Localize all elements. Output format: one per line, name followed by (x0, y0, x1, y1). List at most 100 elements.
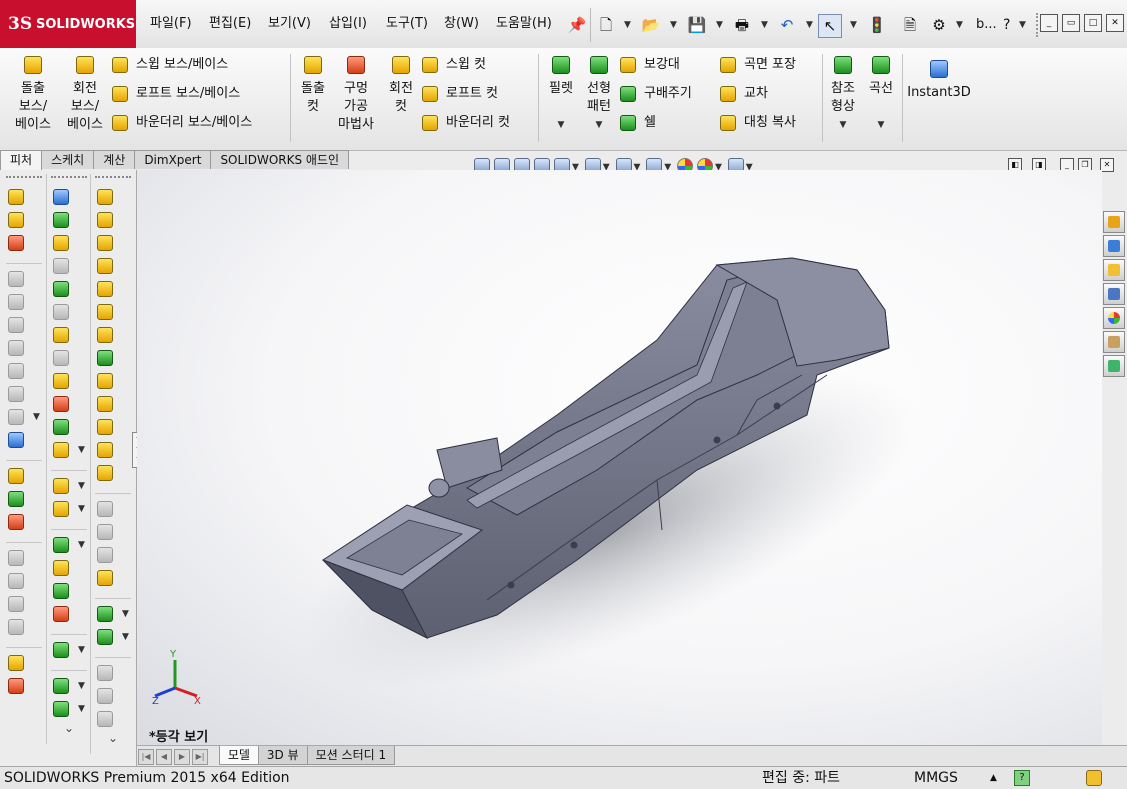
tool-button[interactable] (2, 186, 46, 209)
undo-icon[interactable]: ↶ (776, 14, 798, 36)
open-dropdown-arrow[interactable]: ▼ (670, 14, 677, 36)
file-properties-icon[interactable]: 🗎 (899, 14, 921, 36)
menu-help[interactable]: 도움말(H) (492, 14, 556, 34)
tool-button[interactable] (47, 580, 91, 603)
reference-geometry-button[interactable]: 참조 형상 ▼ (826, 56, 860, 134)
tool-button[interactable] (91, 393, 135, 416)
tool-button[interactable] (47, 278, 91, 301)
graphics-area[interactable]: Z Y X *등각 보기 (137, 170, 1102, 745)
tool-dropdown-arrow[interactable]: ▼ (78, 540, 85, 550)
units-text[interactable]: MMGS (914, 767, 958, 789)
tool-dropdown-arrow[interactable]: ▼ (78, 704, 85, 714)
help-dropdown-arrow[interactable]: ▼ (1019, 14, 1026, 36)
tool-button[interactable] (47, 232, 91, 255)
tool-button[interactable] (47, 416, 91, 439)
restore-icon[interactable]: ▭ (1062, 14, 1080, 32)
pin-icon[interactable]: 📌 (566, 14, 588, 36)
tool-button[interactable] (47, 603, 91, 626)
tool-button[interactable] (91, 567, 135, 590)
tool-button[interactable] (47, 557, 91, 580)
menu-insert[interactable]: 삽입(I) (325, 14, 371, 34)
toolbar-expand-chevron-icon[interactable]: ⌄ (91, 731, 135, 754)
tool-button[interactable] (91, 370, 135, 393)
tool-button[interactable] (2, 429, 46, 452)
menu-edit[interactable]: 편집(E) (205, 14, 255, 34)
view-palette-tab[interactable] (1103, 283, 1125, 305)
tool-button[interactable] (91, 232, 135, 255)
forum-tab[interactable] (1103, 355, 1125, 377)
help-icon[interactable]: ? (1003, 17, 1010, 33)
maximize-icon[interactable]: □ (1084, 14, 1102, 32)
linear-pattern-dropdown-arrow[interactable]: ▼ (582, 116, 616, 134)
sweep-cut-button[interactable]: 스윕 컷 (422, 54, 510, 76)
tool-button[interactable]: ▼ (47, 498, 91, 521)
appearances-tab[interactable] (1103, 307, 1125, 329)
select-cursor-icon[interactable]: ↖ (818, 14, 842, 38)
open-folder-icon[interactable]: 📂 (640, 14, 662, 36)
tool-button[interactable] (91, 301, 135, 324)
solidworks-logo[interactable]: 3S SOLIDWORKS (0, 0, 136, 48)
curves-dropdown-arrow[interactable]: ▼ (864, 116, 898, 134)
tag-icon[interactable] (1086, 770, 1102, 786)
tab-features[interactable]: 피처 (0, 150, 43, 170)
menu-file[interactable]: 파일(F) (146, 14, 196, 34)
tool-button[interactable] (47, 209, 91, 232)
intersect-button[interactable]: 교차 (720, 83, 796, 105)
tool-button[interactable] (2, 652, 46, 675)
tool-dropdown-arrow[interactable]: ▼ (78, 445, 85, 455)
toolbar-expand-chevron-icon[interactable]: ⌄ (47, 721, 91, 744)
tool-button[interactable] (2, 209, 46, 232)
options-dropdown-arrow[interactable]: ▼ (956, 14, 963, 36)
fillet-dropdown-arrow[interactable]: ▼ (544, 116, 578, 134)
sweep-boss-button[interactable]: 스윕 보스/베이스 (112, 54, 252, 76)
tab-sketch[interactable]: 스케치 (41, 150, 95, 169)
tool-button[interactable] (2, 488, 46, 511)
tool-button[interactable]: ▼ (47, 698, 91, 721)
hole-wizard-button[interactable]: 구멍 가공 마법사 (334, 56, 378, 134)
tab-model[interactable]: 모델 (218, 746, 259, 765)
custom-properties-tab[interactable] (1103, 331, 1125, 353)
tool-button[interactable] (47, 324, 91, 347)
tool-button[interactable] (91, 439, 135, 462)
tool-dropdown-arrow[interactable]: ▼ (78, 681, 85, 691)
draft-button[interactable]: 구배주기 (620, 83, 692, 105)
print-dropdown-arrow[interactable]: ▼ (761, 14, 768, 36)
tool-button[interactable]: ▼ (47, 639, 91, 662)
save-dropdown-arrow[interactable]: ▼ (716, 14, 723, 36)
tool-button[interactable]: ▼ (47, 534, 91, 557)
tool-button[interactable] (2, 511, 46, 534)
fillet-button[interactable]: 필렛 ▼ (544, 56, 578, 134)
tab-3d-views[interactable]: 3D 뷰 (257, 746, 308, 765)
menu-tools[interactable]: 도구(T) (382, 14, 432, 34)
tool-dropdown-arrow[interactable]: ▼ (78, 504, 85, 514)
tool-button[interactable] (91, 186, 135, 209)
tool-button[interactable]: ▼ (91, 603, 135, 626)
units-dropdown-arrow[interactable]: ▲ (990, 767, 997, 789)
tool-dropdown-arrow[interactable]: ▼ (78, 481, 85, 491)
tool-dropdown-arrow[interactable]: ▼ (122, 609, 129, 619)
first-tab-nav-icon[interactable]: |◀ (138, 749, 154, 765)
tool-button[interactable] (91, 347, 135, 370)
viewport-close-icon[interactable]: ✕ (1100, 158, 1114, 172)
instant3d-button[interactable]: Instant3D (906, 60, 972, 102)
tool-button[interactable] (91, 462, 135, 485)
search-text[interactable]: b... (976, 17, 997, 32)
save-icon[interactable]: 💾 (686, 14, 708, 36)
tool-button[interactable]: ▼ (91, 626, 135, 649)
revolve-boss-button[interactable]: 회전 보스/ 베이스 (62, 56, 108, 134)
reference-geometry-dropdown-arrow[interactable]: ▼ (826, 116, 860, 134)
tab-dimxpert[interactable]: DimXpert (134, 150, 212, 169)
tool-button[interactable] (47, 186, 91, 209)
last-tab-nav-icon[interactable]: ▶| (192, 749, 208, 765)
options-gear-icon[interactable]: ⚙ (928, 14, 950, 36)
new-dropdown-arrow[interactable]: ▼ (624, 14, 631, 36)
design-library-tab[interactable] (1103, 235, 1125, 257)
linear-pattern-button[interactable]: 선형 패턴 ▼ (582, 56, 616, 134)
loft-cut-button[interactable]: 로프트 컷 (422, 83, 510, 105)
mirror-button[interactable]: 대칭 복사 (720, 112, 796, 134)
menu-window[interactable]: 창(W) (440, 14, 483, 34)
tool-button[interactable]: ▼ (47, 675, 91, 698)
new-document-icon[interactable]: 🗋 (595, 14, 617, 36)
wrap-button[interactable]: 곡면 포장 (720, 54, 796, 76)
tool-dropdown-arrow[interactable]: ▼ (78, 645, 85, 655)
